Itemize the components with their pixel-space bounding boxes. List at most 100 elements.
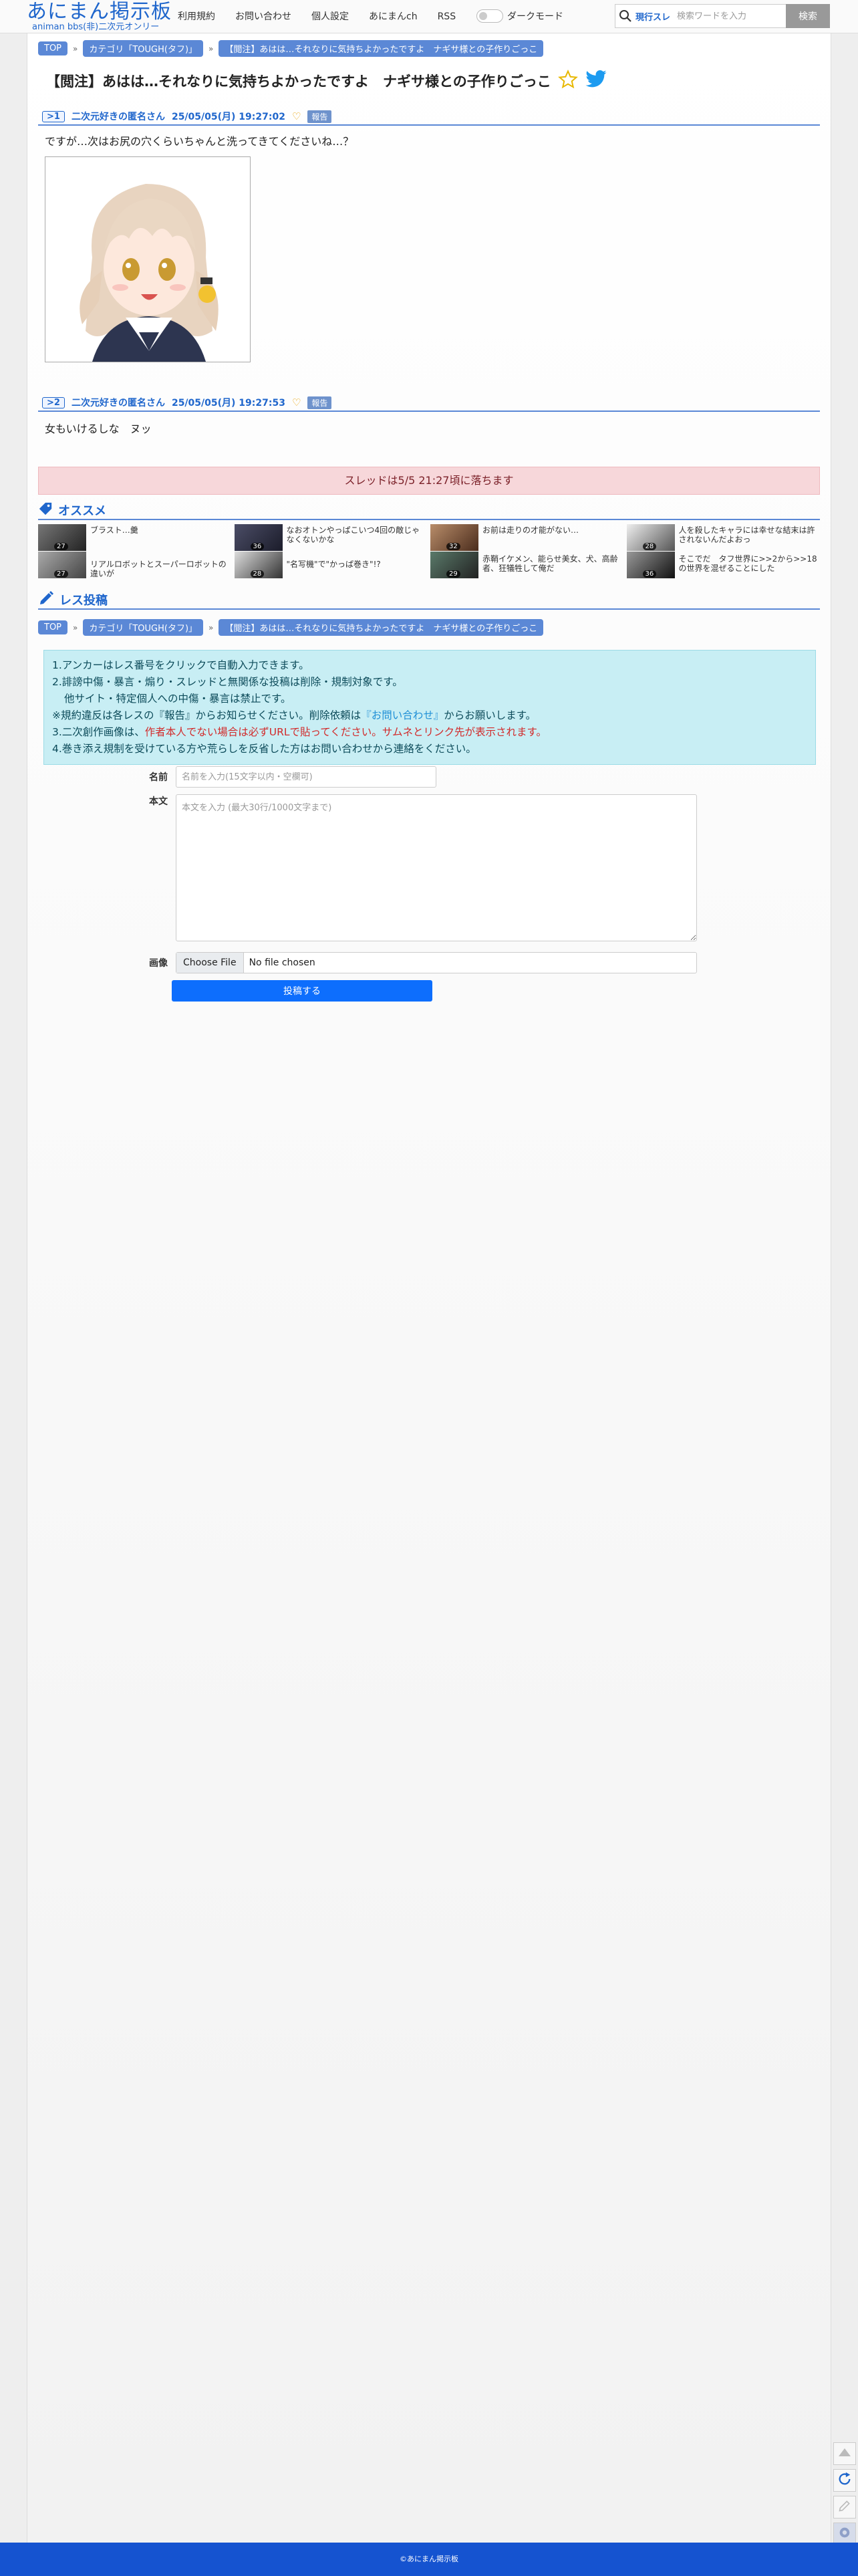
post: >2 二次元好きの匿名さん 25/05/05(月) 19:27:53 ♡ 報告 … bbox=[38, 394, 820, 436]
dark-mode-label: ダークモード bbox=[507, 11, 563, 22]
twitter-icon[interactable] bbox=[585, 70, 607, 92]
dark-mode-toggle[interactable] bbox=[476, 9, 503, 23]
recommend-item[interactable]: 27 ブラスト…羹 bbox=[38, 524, 232, 551]
submit-button[interactable]: 投稿する bbox=[172, 980, 432, 1002]
recommend-thumbnail: 36 bbox=[234, 524, 283, 551]
rule-text: 3.二次創作画像は、 bbox=[52, 726, 145, 738]
search-input[interactable] bbox=[677, 11, 777, 21]
breadcrumb-separator: » bbox=[208, 622, 214, 632]
post: >1 二次元好きの匿名さん 25/05/05(月) 19:27:02 ♡ 報告 … bbox=[38, 108, 820, 362]
recommend-title: ブラスト…羹 bbox=[90, 525, 138, 535]
post-date: 25/05/05(月) 19:27:02 bbox=[171, 112, 285, 122]
recommend-item[interactable]: 28 "名写機"で"かっぱ巻き"!? bbox=[234, 552, 428, 578]
edit-icon bbox=[838, 2499, 851, 2515]
breadcrumb-separator: » bbox=[73, 622, 78, 632]
report-button[interactable]: 報告 bbox=[307, 110, 332, 123]
expire-notice: スレッドは5/5 21:27頃に落ちます bbox=[38, 467, 820, 495]
breadcrumb-separator: » bbox=[208, 43, 214, 53]
recommend-title: なおオトンやっぱこいつ4回の敵じゃなくないかな bbox=[286, 525, 420, 544]
rule-line: ※規約違反は各レスの『報告』からお知らせください。削除依頼は『お問い合わせ』から… bbox=[52, 707, 807, 724]
rule-line: 他サイト・特定個人への中傷・暴言は禁止です。 bbox=[64, 693, 291, 705]
nav-contact[interactable]: お問い合わせ bbox=[235, 9, 291, 24]
post-header: >1 二次元好きの匿名さん 25/05/05(月) 19:27:02 ♡ 報告 bbox=[38, 108, 820, 126]
recommend-thumbnail: 28 bbox=[626, 524, 675, 551]
comment-count: 28 bbox=[642, 543, 657, 550]
recommend-item[interactable]: 36 そこでだ タフ世界に>>2から>>18の世界を混ぜることにした bbox=[626, 552, 821, 578]
site-logo[interactable]: あにまん掲示板 animan bbs(非)二次元オンリー bbox=[27, 1, 171, 32]
post-image[interactable] bbox=[45, 156, 251, 362]
recommend-column: 36 なおオトンやっぱこいつ4回の敵じゃなくないかな 28 "名写機"で"かっぱ… bbox=[234, 524, 428, 578]
heart-icon[interactable]: ♡ bbox=[292, 110, 301, 122]
report-button[interactable]: 報告 bbox=[307, 396, 332, 409]
rule-line: 3.二次創作画像は、作者本人でない場合は必ずURLで貼ってください。サムネとリン… bbox=[52, 724, 807, 741]
recommend-column: 28 人を殺したキャラには幸せな結末は許されないんだよおっ 36 そこでだ タフ… bbox=[626, 524, 821, 578]
body-row: 本文 bbox=[134, 794, 697, 941]
recommend-title: リアルロボットとスーパーロボットの違いが bbox=[90, 560, 227, 578]
contact-link[interactable]: 『お問い合わせ』 bbox=[361, 709, 444, 721]
comment-count: 27 bbox=[54, 543, 68, 550]
recommend-section: オススメ 27 ブラスト…羹 27 リアルロボットとスーパーロボットの違いが 3… bbox=[38, 501, 820, 578]
logo-sub-text: animan bbs(非)二次元オンリー bbox=[32, 22, 160, 32]
name-input[interactable] bbox=[176, 766, 436, 788]
recommend-item[interactable]: 29 赤鞘イケメン、能らせ美女、犬、高齢者、狂犠牲して俺だ bbox=[430, 552, 624, 578]
post-number[interactable]: >1 bbox=[42, 110, 65, 122]
recommend-item[interactable]: 36 なおオトンやっぱこいつ4回の敵じゃなくないかな bbox=[234, 524, 428, 551]
post-number[interactable]: >2 bbox=[42, 396, 65, 408]
top-nav: 利用規約 お問い合わせ 個人設定 あにまんch RSS bbox=[178, 9, 456, 24]
post-header: >2 二次元好きの匿名さん 25/05/05(月) 19:27:53 ♡ 報告 bbox=[38, 394, 820, 412]
breadcrumb-separator: » bbox=[73, 43, 78, 53]
breadcrumb-thread[interactable]: 【閲注】あはは…それなりに気持ちよかったですよ ナギサ様との子作りごっこ bbox=[219, 40, 544, 57]
dark-mode-switch: ダークモード bbox=[476, 9, 563, 23]
site-header: あにまん掲示板 animan bbs(非)二次元オンリー 利用規約 お問い合わせ… bbox=[0, 0, 858, 33]
recommend-item[interactable]: 27 リアルロボットとスーパーロボットの違いが bbox=[38, 552, 232, 578]
rule-line: 2.誹謗中傷・暴言・煽り・スレッドと無関係な投稿は削除・規制対象です。 bbox=[52, 676, 403, 688]
comment-count: 28 bbox=[250, 570, 265, 578]
scroll-top-button[interactable] bbox=[833, 2442, 856, 2465]
heart-icon[interactable]: ♡ bbox=[292, 396, 301, 408]
search-box: 現行スレ 検索 bbox=[615, 4, 830, 28]
edit-button[interactable] bbox=[833, 2496, 856, 2519]
search-scope[interactable]: 現行スレ bbox=[635, 10, 677, 23]
breadcrumb-category[interactable]: カテゴリ「TOUGH(タフ)」 bbox=[83, 619, 204, 636]
reload-button[interactable] bbox=[833, 2469, 856, 2492]
recommend-thumbnail: 27 bbox=[38, 524, 86, 551]
settings-button[interactable] bbox=[833, 2523, 856, 2545]
recommend-column: 27 ブラスト…羹 27 リアルロボットとスーパーロボットの違いが bbox=[38, 524, 232, 578]
body-textarea[interactable] bbox=[176, 794, 697, 941]
site-footer: ©あにまん掲示板 bbox=[0, 2543, 858, 2576]
breadcrumb-category[interactable]: カテゴリ「TOUGH(タフ)」 bbox=[83, 40, 204, 57]
rule-line: 4.巻き添え規制を受けている方や荒らしを反省した方はお問い合わせから連絡をくださ… bbox=[52, 743, 476, 755]
breadcrumb-thread[interactable]: 【閲注】あはは…それなりに気持ちよかったですよ ナギサ様との子作りごっこ bbox=[219, 619, 544, 636]
breadcrumb-top[interactable]: TOP bbox=[38, 41, 68, 55]
recommend-thumbnail: 28 bbox=[234, 552, 283, 578]
body-label: 本文 bbox=[149, 796, 168, 807]
recommend-title: お前は走りの才能がない… bbox=[482, 525, 579, 535]
search-icon bbox=[615, 5, 635, 27]
breadcrumb: TOP » カテゴリ「TOUGH(タフ)」 » 【閲注】あはは…それなりに気持ち… bbox=[38, 619, 820, 636]
recommend-item[interactable]: 28 人を殺したキャラには幸せな結末は許されないんだよおっ bbox=[626, 524, 821, 551]
choose-file-button[interactable]: Choose File bbox=[176, 953, 244, 973]
name-row: 名前 bbox=[134, 766, 436, 788]
comment-count: 29 bbox=[446, 570, 460, 578]
recommend-item[interactable]: 32 お前は走りの才能がない… bbox=[430, 524, 624, 551]
search-button[interactable]: 検索 bbox=[786, 4, 830, 28]
nav-terms[interactable]: 利用規約 bbox=[178, 9, 215, 24]
rule-text: からお願いします。 bbox=[444, 709, 537, 721]
post-body: ですが…次はお尻の穴くらいちゃんと洗ってきてくださいね…？ bbox=[45, 135, 354, 148]
recommend-heading: オススメ bbox=[58, 504, 106, 518]
nav-settings[interactable]: 個人設定 bbox=[311, 9, 349, 24]
recommend-title: "名写機"で"かっぱ巻き"!? bbox=[286, 560, 381, 569]
star-icon[interactable] bbox=[557, 70, 578, 92]
poster-name: 二次元好きの匿名さん bbox=[71, 398, 165, 408]
reply-heading: レス投稿 bbox=[59, 594, 108, 608]
comment-count: 36 bbox=[250, 543, 265, 550]
nav-animanch[interactable]: あにまんch bbox=[369, 9, 418, 24]
nav-rss[interactable]: RSS bbox=[438, 9, 456, 24]
recommend-thumbnail: 29 bbox=[430, 552, 478, 578]
reload-icon bbox=[837, 2472, 852, 2489]
breadcrumb-top[interactable]: TOP bbox=[38, 620, 68, 634]
recommend-title: 赤鞘イケメン、能らせ美女、犬、高齢者、狂犠牲して俺だ bbox=[482, 554, 618, 573]
recommend-column: 32 お前は走りの才能がない… 29 赤鞘イケメン、能らせ美女、犬、高齢者、狂犠… bbox=[430, 524, 624, 578]
page-title: 【閲注】あはは…それなりに気持ちよかったですよ ナギサ様との子作りごっこ bbox=[46, 74, 551, 90]
file-input[interactable]: Choose File No file chosen bbox=[176, 952, 697, 973]
